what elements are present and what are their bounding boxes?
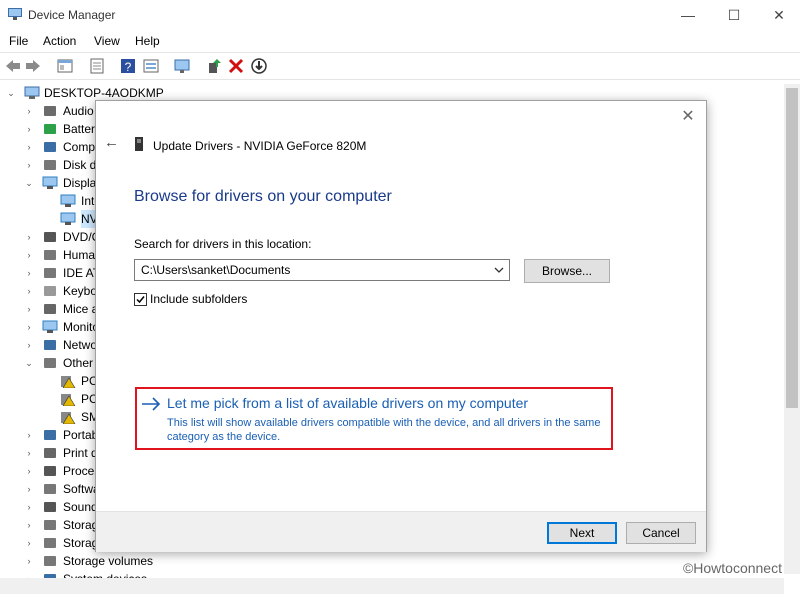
chevron-right-icon[interactable]: › <box>24 264 34 282</box>
chevron-right-icon[interactable]: › <box>24 534 34 552</box>
monitor-icon <box>42 320 58 333</box>
cpu-icon <box>44 466 56 476</box>
dialog-heading: Browse for drivers on your computer <box>134 188 392 205</box>
search-location-label: Search for drivers in this location: <box>134 237 312 251</box>
menu-action[interactable]: Action <box>43 34 76 48</box>
computer-icon <box>44 142 56 152</box>
computer-icon <box>24 86 40 99</box>
next-button[interactable]: Next <box>547 522 617 544</box>
keyboard-icon <box>44 286 56 296</box>
menu-view[interactable]: View <box>94 34 120 48</box>
back-arrow-icon[interactable]: ← <box>104 135 120 151</box>
chevron-down-icon[interactable]: ⌄ <box>24 174 34 192</box>
mouse-icon <box>44 304 56 314</box>
vertical-scrollbar[interactable] <box>784 84 800 574</box>
include-subfolders-checkbox[interactable] <box>134 293 147 306</box>
dialog-close-button[interactable]: ✕ <box>678 107 698 127</box>
pick-driver-link[interactable]: Let me pick from a list of available dri… <box>167 395 528 411</box>
toolbar: ? <box>0 52 800 80</box>
software-icon <box>44 484 56 494</box>
printer-icon <box>44 448 56 458</box>
chevron-right-icon[interactable]: › <box>24 156 34 174</box>
hid-icon <box>44 250 56 260</box>
display-icon <box>42 176 58 189</box>
pick-driver-description: This list will show available drivers co… <box>167 417 601 443</box>
watermark: ©Howtoconnect <box>682 560 782 576</box>
menu-bar: File Action View Help <box>0 30 800 52</box>
menu-file[interactable]: File <box>9 34 28 48</box>
horizontal-scrollbar[interactable] <box>0 578 784 594</box>
properties-icon[interactable] <box>88 57 106 75</box>
svg-text:?: ? <box>125 60 132 74</box>
back-arrow-icon[interactable] <box>4 57 22 75</box>
driver-path-combobox[interactable]: C:\Users\sanket\Documents <box>134 259 510 281</box>
chevron-right-icon[interactable]: › <box>24 120 34 138</box>
chevron-right-icon[interactable]: › <box>24 516 34 534</box>
portable-icon <box>44 430 56 440</box>
title-bar: Device Manager — ☐ ✕ <box>0 0 800 30</box>
minimize-button[interactable]: — <box>665 0 711 30</box>
resource-view-icon[interactable] <box>142 57 160 75</box>
dialog-header: Update Drivers - NVIDIA GeForce 820M <box>153 139 367 153</box>
display-icon <box>60 194 76 207</box>
arrow-right-icon[interactable] <box>140 394 162 414</box>
include-subfolders-label[interactable]: Include subfolders <box>150 292 247 306</box>
browse-button[interactable]: Browse... <box>524 259 610 283</box>
chevron-right-icon[interactable]: › <box>24 138 34 156</box>
sound-icon <box>44 502 56 512</box>
display-icon <box>60 212 76 225</box>
dvd-icon <box>44 232 56 242</box>
chevron-down-icon[interactable]: ⌄ <box>6 84 16 102</box>
battery-icon <box>44 124 56 134</box>
chevron-right-icon[interactable]: › <box>24 462 34 480</box>
network-icon <box>44 340 56 350</box>
download-circle-icon[interactable] <box>250 57 268 75</box>
other-icon <box>44 358 56 368</box>
chevron-right-icon[interactable]: › <box>24 300 34 318</box>
chevron-right-icon[interactable]: › <box>24 102 34 120</box>
chevron-right-icon[interactable]: › <box>24 498 34 516</box>
audio-icon <box>44 106 56 116</box>
chevron-right-icon[interactable]: › <box>24 444 34 462</box>
warning-icon <box>61 412 76 424</box>
warning-icon <box>61 394 76 406</box>
chevron-right-icon[interactable]: › <box>24 318 34 336</box>
tree-view-icon[interactable] <box>56 57 74 75</box>
chevron-right-icon[interactable]: › <box>24 228 34 246</box>
checkmark-icon <box>136 296 145 304</box>
ide-icon <box>44 268 56 278</box>
forward-arrow-icon[interactable] <box>24 57 42 75</box>
chevron-down-icon[interactable]: ⌄ <box>24 354 34 372</box>
graphics-card-icon <box>135 137 143 151</box>
help-icon[interactable]: ? <box>119 57 137 75</box>
driver-path-value: C:\Users\sanket\Documents <box>141 263 291 277</box>
chevron-down-icon[interactable] <box>492 263 506 277</box>
disk-icon <box>44 160 56 170</box>
menu-help[interactable]: Help <box>135 34 160 48</box>
storage-icon <box>44 520 56 530</box>
close-button[interactable]: ✕ <box>756 0 800 30</box>
monitor-scan-icon[interactable] <box>173 57 191 75</box>
warning-icon <box>61 376 76 388</box>
device-manager-icon <box>8 8 22 20</box>
chevron-right-icon[interactable]: › <box>24 246 34 264</box>
storage-icon <box>44 556 56 566</box>
update-drivers-dialog: ✕ ← Update Drivers - NVIDIA GeForce 820M… <box>95 100 707 552</box>
chevron-right-icon[interactable]: › <box>24 552 34 570</box>
update-driver-icon[interactable] <box>205 57 223 75</box>
cancel-button[interactable]: Cancel <box>626 522 696 544</box>
tree-category-item[interactable]: Storage volumes <box>63 552 153 570</box>
storage-icon <box>44 538 56 548</box>
chevron-right-icon[interactable]: › <box>24 480 34 498</box>
chevron-right-icon[interactable]: › <box>24 282 34 300</box>
chevron-right-icon[interactable]: › <box>24 426 34 444</box>
scrollbar-thumb[interactable] <box>786 88 798 408</box>
maximize-button[interactable]: ☐ <box>711 0 757 30</box>
chevron-right-icon[interactable]: › <box>24 336 34 354</box>
uninstall-x-icon[interactable] <box>227 57 245 75</box>
window-title: Device Manager <box>28 8 116 22</box>
